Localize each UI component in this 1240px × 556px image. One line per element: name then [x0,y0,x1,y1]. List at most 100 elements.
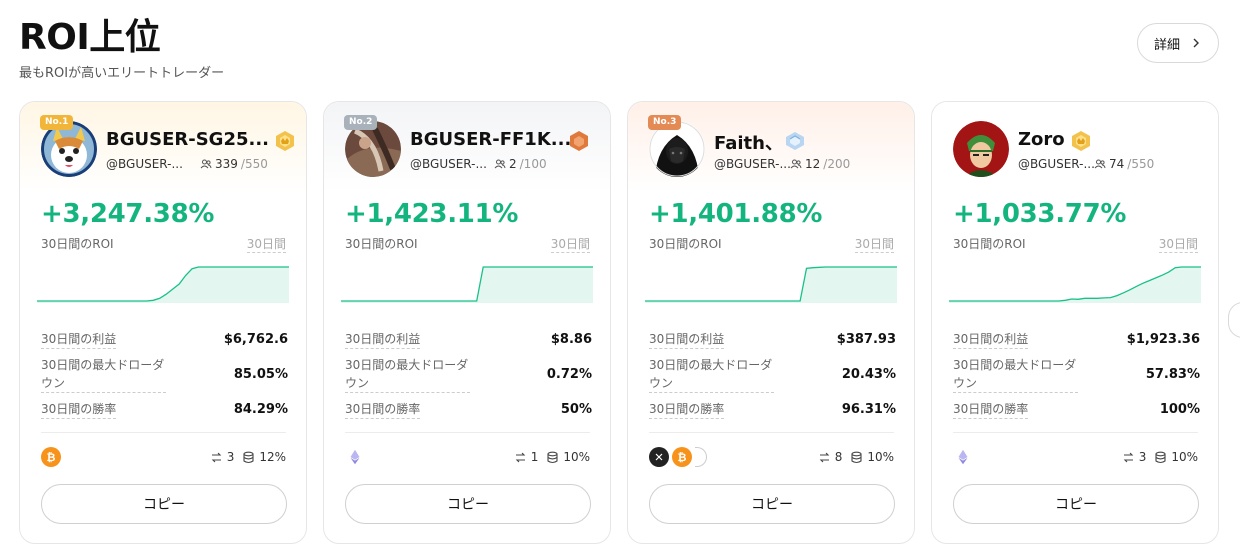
card-meta: 3 12% [210,450,286,464]
users-icon [790,159,802,169]
gold-level-icon [274,130,296,152]
diamond-level-icon [784,130,806,152]
period-tag[interactable]: 30日間 [854,235,894,253]
divider [649,432,894,433]
period-tag[interactable]: 30日間 [246,235,286,253]
followers-max: /200 [823,157,851,171]
trades-count: 1 [514,450,539,464]
stat-label: 30日間の利益 [953,330,1029,349]
divider [41,432,286,433]
followers-value: 74 [1109,157,1125,171]
stat-row-winrate: 30日間の勝率 96.31% [649,400,896,419]
stat-label: 30日間の最大ドローダウン [649,356,774,393]
card-meta: 3 10% [1122,450,1198,464]
stat-row-drawdown: 30日間の最大ドローダウン 20.43% [649,356,896,393]
copy-button[interactable]: コピー [953,484,1199,524]
swap-icon [211,452,222,462]
stat-row-profit: 30日間の利益 $1,923.36 [953,330,1200,349]
rank-badge: No.2 [344,115,378,130]
period-tag[interactable]: 30日間 [1158,235,1198,253]
database-icon [851,451,862,463]
stat-row-winrate: 30日間の勝率 100% [953,400,1200,419]
trader-card[interactable]: Zoro @BGUSER-... 74/550 +1,033.77% 30日間の… [931,101,1219,544]
coin-list: ₿ [649,447,707,467]
database-icon [243,451,254,463]
margin-ratio: 10% [850,450,894,464]
trader-card[interactable]: No.3 Faith、 @BGUSER-... 12/200 +1,401.88… [627,101,915,544]
margin-value: 10% [1171,450,1198,464]
period-tag[interactable]: 30日間 [550,235,590,253]
swap-icon [515,452,526,462]
trader-name[interactable]: BGUSER-SG25... [106,129,269,150]
stat-row-profit: 30日間の利益 $6,762.6 [41,330,288,349]
margin-ratio: 10% [1154,450,1198,464]
chevron-right-icon [1193,38,1199,48]
followers-value: 2 [509,157,517,171]
ethereum-icon [345,447,365,467]
stat-value: 20.43% [841,367,896,382]
roi-label: 30日間のROI [953,237,1026,251]
trades-value: 3 [226,450,235,464]
users-icon [1094,159,1106,169]
stat-label: 30日間の勝率 [953,400,1029,419]
roi-value: +3,247.38% [41,199,215,229]
stat-value: 50% [560,402,592,417]
trades-value: 1 [530,450,539,464]
coin-list [345,447,365,467]
stat-label: 30日間の勝率 [41,400,117,419]
stat-value: $387.93 [836,332,896,347]
sparkline-area [949,267,1201,303]
stat-label: 30日間の勝率 [649,400,725,419]
margin-value: 10% [563,450,590,464]
copy-button[interactable]: コピー [649,484,895,524]
followers-max: /100 [519,157,547,171]
ethereum-icon [953,447,973,467]
stat-value: 57.83% [1145,367,1200,382]
copy-button[interactable]: コピー [41,484,287,524]
stat-row-profit: 30日間の利益 $387.93 [649,330,896,349]
page-title: ROI上位 [19,17,161,58]
roi-value: +1,401.88% [649,199,823,229]
trader-card[interactable]: No.1 BGUSER-SG25... @BGUSER-... 339/550 … [19,101,307,544]
stat-row-winrate: 30日間の勝率 84.29% [41,400,288,419]
bronze-level-icon [568,130,590,152]
sparkline-area [37,267,289,303]
trader-name[interactable]: Zoro [1018,129,1065,150]
stat-label: 30日間の利益 [345,330,421,349]
coin-icon-partial [695,447,707,467]
stat-value: 96.31% [841,402,896,417]
stat-value: 100% [1159,402,1200,417]
trades-value: 3 [1138,450,1147,464]
margin-value: 12% [259,450,286,464]
stat-label: 30日間の最大ドローダウン [345,356,470,393]
followers-count: 74/550 [1094,157,1154,171]
divider [345,432,590,433]
stat-value: 0.72% [546,367,592,382]
copy-button[interactable]: コピー [345,484,591,524]
stat-label: 30日間の利益 [41,330,117,349]
trader-handle: @BGUSER-... [1018,157,1095,171]
bitcoin-icon: ₿ [672,447,692,467]
followers-value: 12 [805,157,821,171]
carousel-next-button[interactable] [1228,302,1240,338]
stat-row-drawdown: 30日間の最大ドローダウン 0.72% [345,356,592,393]
stat-row-winrate: 30日間の勝率 50% [345,400,592,419]
coin-list [953,447,973,467]
followers-max: /550 [1127,157,1155,171]
users-icon [494,159,506,169]
roi-value: +1,033.77% [953,199,1127,229]
stat-value: $6,762.6 [223,332,288,347]
trader-handle: @BGUSER-... [410,157,487,171]
detail-button[interactable]: 詳細 [1137,23,1219,63]
rank-badge: No.1 [40,115,74,130]
card-meta: 8 10% [818,450,894,464]
followers-count: 2/100 [494,157,547,171]
trader-name[interactable]: BGUSER-FF1K... [410,129,571,150]
trader-handle: @BGUSER-... [106,157,183,171]
trader-card[interactable]: No.2 BGUSER-FF1K... @BGUSER-... 2/100 +1… [323,101,611,544]
roi-sparkline [645,266,897,303]
trader-name[interactable]: Faith、 [714,129,783,155]
database-icon [1155,451,1166,463]
page-subtitle: 最もROIが高いエリートトレーダー [19,66,225,81]
avatar[interactable] [953,121,1009,177]
